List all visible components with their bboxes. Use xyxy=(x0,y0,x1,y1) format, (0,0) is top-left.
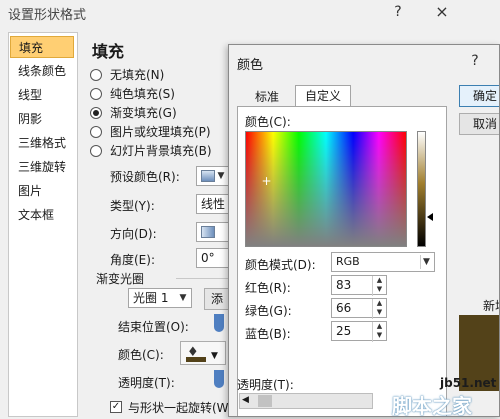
rotate-with-shape-label[interactable]: 与形状一起旋转(W) xyxy=(128,399,233,416)
ok-button[interactable]: 确定 xyxy=(459,85,499,107)
fill-heading: 填充 xyxy=(92,42,125,61)
sidebar-item-line-color[interactable]: 线条颜色 xyxy=(10,60,74,82)
watermark-site: jb51.net xyxy=(440,376,497,390)
sidebar-item-shadow[interactable]: 阴影 xyxy=(10,108,74,130)
blue-label: 蓝色(B): xyxy=(245,327,291,341)
red-value: 83 xyxy=(336,278,352,292)
gradient-swatch-icon xyxy=(201,170,215,182)
color-picker-button[interactable]: ♦ ▼ xyxy=(180,341,226,365)
angle-label: 角度(E): xyxy=(110,253,155,267)
sidebar-item-text-box[interactable]: 文本框 xyxy=(10,204,74,226)
color-model-value: RGB xyxy=(336,255,360,268)
green-label: 绿色(G): xyxy=(245,304,292,318)
radio-picture-fill-label[interactable]: 图片或纹理填充(P) xyxy=(110,123,211,140)
dialog-transparency-label: 透明度(T): xyxy=(237,378,294,392)
add-stop-button[interactable]: 添 xyxy=(204,288,230,310)
radio-picture-fill[interactable] xyxy=(90,126,102,138)
rotate-with-shape-checkbox[interactable]: ✓ xyxy=(110,401,122,413)
luminance-arrow-icon[interactable] xyxy=(427,213,433,221)
radio-solid-fill-label[interactable]: 纯色填充(S) xyxy=(110,85,175,102)
blue-value: 25 xyxy=(336,324,352,338)
direction-swatch-icon xyxy=(201,226,215,238)
color-spectrum[interactable] xyxy=(245,131,407,247)
dialog-transparency-slider[interactable]: ◀ xyxy=(239,393,373,409)
crosshair-icon: + xyxy=(261,174,272,188)
radio-background-fill[interactable] xyxy=(90,145,102,157)
gradient-stops-label: 渐变光圈 xyxy=(96,272,145,286)
color-dialog: 颜色 ? 标准 自定义 颜色(C): + 颜色模式(D): RGB ▼ 红色(R… xyxy=(228,44,500,417)
current-color-bar xyxy=(186,357,206,362)
colors-label: 颜色(C): xyxy=(245,115,291,129)
slider-thumb[interactable] xyxy=(258,395,272,407)
radio-gradient-fill-label[interactable]: 渐变填充(G) xyxy=(110,104,177,121)
green-input[interactable]: 66 ▲ ▼ xyxy=(331,298,387,319)
sidebar-item-fill[interactable]: 填充 xyxy=(10,36,74,58)
green-value: 66 xyxy=(336,301,352,315)
radio-no-fill[interactable] xyxy=(90,69,102,81)
cancel-button[interactable]: 取消 xyxy=(459,113,499,135)
tab-custom[interactable]: 自定义 xyxy=(295,85,351,107)
radio-gradient-fill[interactable] xyxy=(90,107,102,119)
color-label: 颜色(C): xyxy=(118,348,164,362)
chevron-down-icon: ▼ xyxy=(217,171,225,181)
watermark-name: 脚本之家 xyxy=(392,394,472,418)
preset-colors-label: 预设颜色(R): xyxy=(110,170,180,184)
preset-colors-dropdown[interactable]: ▼ xyxy=(196,166,230,186)
sidebar-item-3d-rotation[interactable]: 三维旋转 xyxy=(10,156,74,178)
direction-label: 方向(D): xyxy=(110,227,157,241)
chevron-down-icon: ▼ xyxy=(179,293,187,303)
color-model-dropdown[interactable]: RGB ▼ xyxy=(331,252,435,272)
close-button[interactable]: × xyxy=(430,2,454,22)
green-stepper[interactable]: ▲ ▼ xyxy=(372,299,386,319)
color-dialog-help-button[interactable]: ? xyxy=(463,51,487,71)
blue-input[interactable]: 25 ▲ ▼ xyxy=(331,321,387,342)
stop-dropdown[interactable]: 光圈 1 ▼ xyxy=(128,288,192,308)
sidebar-item-line-style[interactable]: 线型 xyxy=(10,84,74,106)
stop-value: 光圈 1 xyxy=(133,291,169,305)
radio-no-fill-label[interactable]: 无填充(N) xyxy=(110,66,164,83)
color-dialog-title: 颜色 xyxy=(237,58,264,73)
blue-stepper[interactable]: ▲ ▼ xyxy=(372,322,386,342)
angle-input[interactable]: 0° xyxy=(196,248,230,268)
chevron-down-icon: ▼ xyxy=(420,255,432,269)
transparency-label: 透明度(T): xyxy=(118,376,175,390)
type-label: 类型(Y): xyxy=(110,199,155,213)
slider-left-arrow-icon[interactable]: ◀ xyxy=(242,395,249,405)
color-model-label: 颜色模式(D): xyxy=(245,258,316,272)
transparency-slider[interactable] xyxy=(214,370,224,388)
red-stepper[interactable]: ▲ ▼ xyxy=(372,276,386,296)
radio-solid-fill[interactable] xyxy=(90,88,102,100)
sidebar-item-3d-format[interactable]: 三维格式 xyxy=(10,132,74,154)
luminance-bar[interactable] xyxy=(417,131,426,247)
red-input[interactable]: 83 ▲ ▼ xyxy=(331,275,387,296)
end-position-slider[interactable] xyxy=(214,314,224,332)
red-label: 红色(R): xyxy=(245,281,291,295)
type-dropdown[interactable]: 线性 xyxy=(196,194,230,214)
tab-standard[interactable]: 标准 xyxy=(247,87,287,107)
chevron-down-icon: ▼ xyxy=(211,351,218,361)
window-title: 设置形状格式 xyxy=(8,8,87,23)
radio-background-fill-label[interactable]: 幻灯片背景填充(B) xyxy=(110,142,212,159)
new-color-label: 新增 xyxy=(483,299,499,313)
end-position-label: 结束位置(O): xyxy=(118,320,189,334)
help-button[interactable]: ? xyxy=(386,2,410,22)
gradient-stops-divider xyxy=(176,278,230,279)
sidebar-item-picture[interactable]: 图片 xyxy=(10,180,74,202)
direction-dropdown[interactable] xyxy=(196,222,230,242)
